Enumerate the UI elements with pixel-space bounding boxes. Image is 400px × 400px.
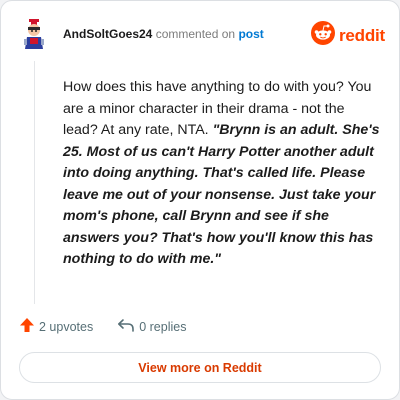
reply-button[interactable]: 0 replies: [117, 317, 186, 336]
comment-card: AndSoltGoes24 commented on post reddit H…: [0, 0, 400, 400]
upvote-arrow-icon: [19, 317, 35, 336]
upvote-button[interactable]: 2 upvotes: [19, 317, 93, 336]
comment-header: AndSoltGoes24 commented on post: [63, 27, 264, 41]
username-link[interactable]: AndSoltGoes24: [63, 27, 152, 41]
reply-count: 0 replies: [139, 319, 187, 334]
comment-body-quote: "Brynn is an adult. She's 25. Most of us…: [63, 122, 380, 267]
user-avatar-icon[interactable]: [21, 19, 47, 49]
post-link[interactable]: post: [238, 27, 263, 41]
comment-actions: 2 upvotes 0 replies: [19, 317, 186, 336]
reddit-snoo-icon: [311, 21, 335, 50]
reddit-wordmark: reddit: [339, 25, 386, 45]
comment-body: How does this have anything to do with y…: [63, 77, 381, 271]
reddit-logo[interactable]: reddit: [311, 21, 385, 50]
reply-arrow-icon: [117, 317, 135, 336]
view-more-button[interactable]: View more on Reddit: [19, 352, 381, 383]
commented-on-text: commented on: [155, 27, 236, 41]
thread-line: [34, 61, 35, 304]
upvote-count: 2 upvotes: [39, 319, 94, 334]
